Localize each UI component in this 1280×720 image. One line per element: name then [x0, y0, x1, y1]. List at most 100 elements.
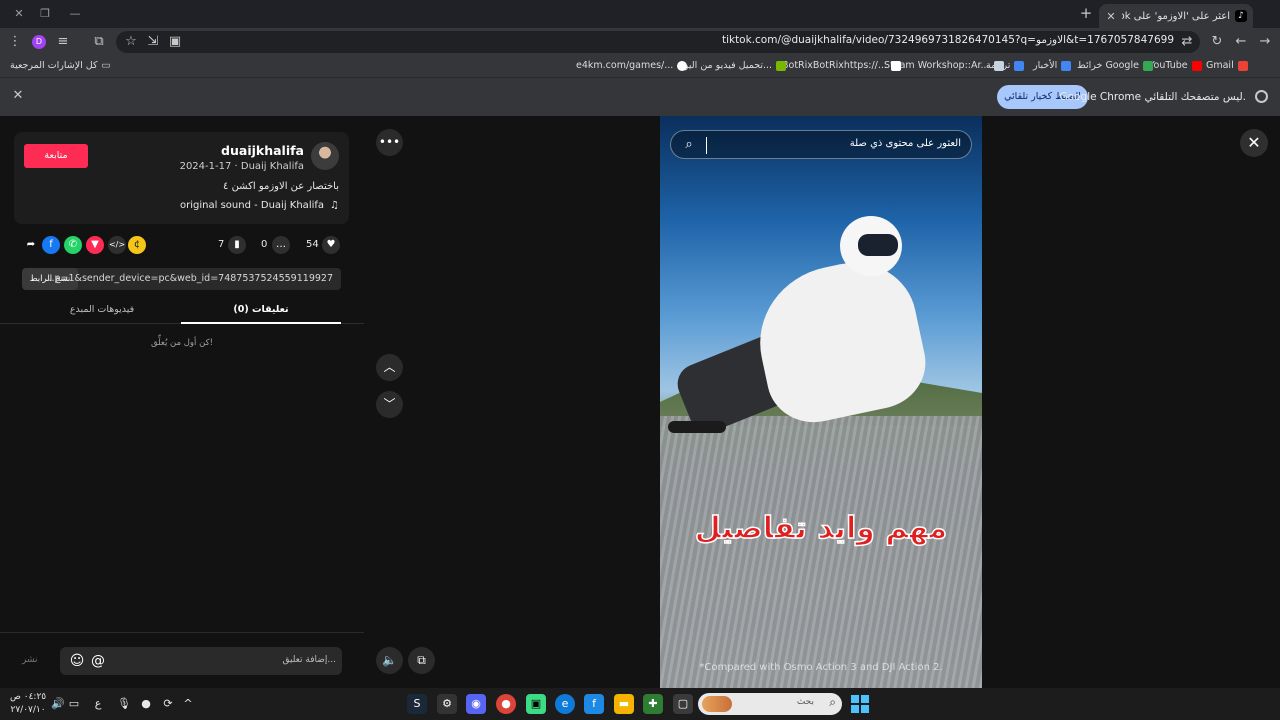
more-options-icon[interactable]: •••	[376, 129, 403, 156]
gmail-icon	[1237, 60, 1248, 71]
tiktok-favicon-icon: ♪	[1235, 10, 1247, 22]
minimize-window-icon[interactable]: —	[66, 5, 84, 23]
android-app-taskbar-icon[interactable]: ▣	[526, 694, 546, 714]
share-link-text[interactable]: ...p=1&sender_device=pc&web_id=748753752…	[45, 273, 333, 284]
bookmark-botrix[interactable]: BotRixBotRixhttps://...	[782, 60, 901, 71]
new-tab-button[interactable]: +	[1077, 4, 1095, 22]
taskbar-search-label: بحث	[796, 697, 814, 707]
facebook-icon[interactable]: f	[42, 236, 60, 254]
url-text[interactable]: tiktok.com/@duaijkhalifa/video/732496973…	[722, 34, 1174, 46]
files-app-taskbar-icon[interactable]: f	[584, 694, 604, 714]
close-video-button[interactable]: ✕	[1240, 129, 1268, 157]
network-icon[interactable]: ▭	[66, 696, 82, 712]
botrix-icon	[890, 60, 901, 71]
coin-icon[interactable]: ¢	[128, 236, 146, 254]
likes-count: 54	[306, 239, 319, 250]
tab-search-icon[interactable]: ≡	[54, 33, 72, 51]
search-icon[interactable]: ⌕	[680, 136, 698, 154]
taskbar-search[interactable]: بحث ⌕	[698, 693, 842, 715]
comment-bubble-icon[interactable]: …	[272, 236, 290, 254]
related-search-input[interactable]: ⌕ العثور على محتوى ذي صلة	[670, 130, 972, 159]
saves-count: 7	[218, 239, 225, 250]
start-menu-icon[interactable]	[851, 695, 869, 713]
mention-icon[interactable]: @	[89, 652, 107, 670]
show-hidden-icons-icon[interactable]: ^	[180, 696, 196, 712]
close-tab-icon[interactable]: ✕	[1105, 10, 1117, 23]
file-explorer-taskbar-icon[interactable]: ▬	[614, 694, 634, 714]
post-comment-button[interactable]: نشر	[22, 655, 38, 665]
bookmark-gmail[interactable]: Gmail	[1206, 60, 1248, 71]
steam-icon	[993, 60, 1004, 71]
comment-input[interactable]: ☺ @ إضافة تعليق...	[60, 647, 342, 675]
install-app-icon[interactable]: ⇲	[144, 33, 162, 51]
sync-icon[interactable]: ⟳	[160, 696, 176, 712]
bookmark-news[interactable]: الأخبار	[1033, 60, 1072, 71]
bookmark-steam[interactable]: Steam Workshop::Ar...	[884, 60, 1004, 71]
site-settings-icon[interactable]: ⇄	[1178, 33, 1196, 51]
translate-icon	[1014, 60, 1025, 71]
video-player[interactable]: ⌕ العثور على محتوى ذي صلة مهم وايد تفاصي…	[660, 116, 982, 688]
tab-creator-videos[interactable]: فيديوهات المبدع	[22, 304, 182, 315]
follow-button[interactable]: متابعة	[24, 144, 88, 168]
bookmark-e4km[interactable]: e4km.com/games/...	[576, 60, 688, 71]
input-language[interactable]: ع	[90, 696, 106, 712]
edge-taskbar-icon[interactable]: e	[555, 694, 575, 714]
cast-icon[interactable]: ▣	[166, 33, 184, 51]
profile-avatar[interactable]: D	[32, 35, 46, 49]
back-icon[interactable]: →	[1256, 33, 1274, 51]
speaker-icon[interactable]: 🔊	[50, 696, 66, 712]
address-bar[interactable]: ☆ ⇲ ▣ tiktok.com/@duaijkhalifa/video/732…	[116, 31, 1200, 53]
settings-taskbar-icon[interactable]: ⚙	[437, 694, 457, 714]
system-clock[interactable]: ٠٤:٢٥ ص ٢٧/٠٧/١٠	[10, 691, 46, 717]
tab-comments[interactable]: تعليقات (0)	[181, 304, 341, 315]
share-arrow-icon[interactable]: ➦	[22, 236, 40, 254]
steam-taskbar-icon[interactable]: S	[407, 694, 427, 714]
repost-icon[interactable]: ▼	[86, 236, 104, 254]
forward-icon[interactable]: ←	[1232, 33, 1250, 51]
chrome-taskbar-icon[interactable]: ●	[496, 694, 516, 714]
emoji-icon[interactable]: ☺	[68, 652, 86, 670]
whatsapp-icon[interactable]: ✆	[64, 236, 82, 254]
youtube-icon	[1191, 60, 1202, 71]
bookmark-star-icon[interactable]: ☆	[122, 33, 140, 51]
volume-icon[interactable]: 🔈	[376, 647, 403, 674]
download-icon	[776, 60, 787, 71]
embed-icon[interactable]: </>	[108, 236, 126, 254]
globe-icon	[677, 60, 688, 71]
reload-icon[interactable]: ↻	[1208, 33, 1226, 51]
browser-tab[interactable]: ✕ اعثر على 'الاوزمو' على TikTok ♪	[1099, 4, 1253, 28]
browser-toolbar: ⋮ D ≡ ⧉ ☆ ⇲ ▣ tiktok.com/@duaijkhalifa/v…	[0, 28, 1280, 56]
rider-visor	[858, 234, 898, 256]
close-window-icon[interactable]: ✕	[10, 5, 28, 23]
share-link-row: نسخ الرابط ...p=1&sender_device=pc&web_i…	[22, 268, 341, 290]
tray-app-icon[interactable]: ●	[138, 696, 154, 712]
author-card: متابعة duaijkhalifa 2024-1-17 · Duaij Kh…	[14, 132, 349, 224]
all-bookmarks[interactable]: كل الإشارات المرجعية ▭	[10, 60, 111, 71]
maximize-window-icon[interactable]: ❐	[36, 5, 54, 23]
bookmark-maps[interactable]: خرائط Google	[1077, 60, 1153, 71]
next-video-icon[interactable]: ﹀	[376, 391, 403, 418]
microphone-icon[interactable]: 🎙	[116, 696, 132, 712]
bookmark-video-downloader[interactable]: تحميل فيديو من اليو...	[684, 60, 787, 71]
related-search-placeholder: العثور على محتوى ذي صلة	[849, 138, 961, 149]
menu-kebab-icon[interactable]: ⋮	[6, 33, 24, 51]
folder-icon: ▭	[101, 60, 111, 71]
author-username[interactable]: duaijkhalifa	[221, 143, 304, 158]
close-infobar-icon[interactable]: ✕	[10, 88, 26, 104]
bookmark-save-icon[interactable]: ▮	[228, 236, 246, 254]
author-avatar[interactable]	[311, 142, 339, 170]
post-sound[interactable]: original sound - Duaij Khalifa ♫	[180, 200, 339, 211]
video-disclaimer: *Compared with Osmo Action 3 and DJI Act…	[699, 662, 943, 673]
discord-taskbar-icon[interactable]: ◉	[466, 694, 486, 714]
comments-count: 0	[261, 239, 268, 250]
action-row: ➦ f ✆ ▼ </> ¢ 7 ▮ 0 … 54 ♥	[22, 236, 342, 256]
heart-like-icon[interactable]: ♥	[322, 236, 340, 254]
extensions-icon[interactable]: ⧉	[90, 33, 108, 51]
search-icon: ⌕	[829, 695, 836, 709]
bookmark-youtube[interactable]: YouTube	[1149, 60, 1202, 71]
floating-player-icon[interactable]: ⧉	[408, 647, 435, 674]
gallery-taskbar-icon[interactable]: ✚	[643, 694, 663, 714]
task-view-taskbar-icon[interactable]: ▢	[673, 694, 693, 714]
previous-video-icon[interactable]: ︿	[376, 354, 403, 381]
active-tab-indicator	[181, 322, 341, 324]
